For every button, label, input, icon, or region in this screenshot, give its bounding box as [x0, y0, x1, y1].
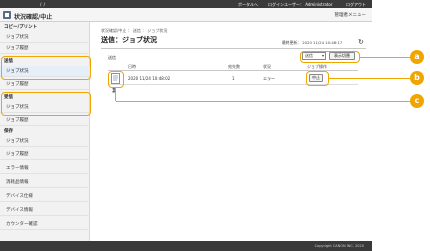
sidebar-item-store-job-status[interactable]: ジョブ状況 — [0, 136, 90, 147]
cell-status: エラー — [263, 76, 275, 81]
sidebar-item-store-job-log[interactable]: ジョブ履歴 — [0, 149, 90, 160]
filter-highlight — [300, 51, 360, 63]
login-user: ログインユーザー： Administrator — [268, 1, 333, 7]
callout-c-leader-v — [115, 88, 116, 101]
management-link[interactable]: 管理者メニュー — [335, 12, 367, 18]
portal-link[interactable]: ポータルへ — [238, 2, 258, 8]
callout-b: b — [410, 71, 424, 85]
callout-c: c — [410, 94, 424, 108]
refresh-icon[interactable]: ↻ — [358, 38, 364, 46]
breadcrumb: 状況確認/中止 ： 送信 ： ジョブ状況 — [101, 28, 168, 33]
sidebar-item-error-info[interactable]: エラー情報 — [0, 163, 90, 174]
section-label: 送信 — [108, 55, 116, 60]
title-divider — [101, 48, 366, 49]
send-section-highlight — [1, 56, 91, 80]
logout-link[interactable]: ログアウト — [346, 2, 366, 8]
cell-destinations: 1 — [232, 76, 235, 81]
stop-button-highlight — [306, 71, 329, 86]
sidebar-item-receive-job-log[interactable]: ジョブ履歴 — [0, 115, 90, 126]
top-bar: / / ポータルへ ログインユーザー： Administrator ログアウト — [0, 0, 372, 8]
footer: Copyright CANON INC. 2020 — [0, 241, 372, 251]
sidebar-item-device-specs[interactable]: デバイス仕様 — [0, 191, 90, 202]
page-title: 送信：ジョブ状況 — [101, 36, 157, 44]
sidebar-item-consumables[interactable]: 消耗品情報 — [0, 177, 90, 188]
sidebar-heading-store: 保存 — [4, 129, 13, 134]
title-bar: 状況確認/中止 管理者メニュー — [0, 8, 372, 22]
sidebar-heading-copy-print: コピー/プリント — [4, 25, 38, 30]
device-name: / / — [40, 1, 46, 7]
copyright: Copyright CANON INC. 2020 — [314, 244, 364, 248]
sidebar-item-device-info[interactable]: デバイス情報 — [0, 205, 90, 216]
status-monitor-icon — [3, 11, 11, 19]
callout-b-leader — [329, 78, 418, 79]
sidebar-item-copy-job-log[interactable]: ジョブ履歴 — [0, 43, 90, 54]
sidebar-item-send-job-log[interactable]: ジョブ履歴 — [0, 79, 90, 90]
last-updated: 最終更新： 2020 11/24 10:48:17 — [282, 40, 343, 45]
sidebar-item-copy-job-status[interactable]: ジョブ状況 — [0, 32, 90, 43]
cell-datetime: 2020 11/24 10:48:02 — [128, 76, 171, 81]
sidebar-item-counter-check[interactable]: カウンター確認 — [0, 219, 90, 230]
receive-section-highlight — [1, 92, 91, 116]
callout-c-leader — [116, 101, 418, 102]
app-title: 状況確認/中止 — [14, 13, 53, 21]
details-icon-highlight — [108, 71, 124, 88]
callout-a: a — [410, 50, 424, 64]
